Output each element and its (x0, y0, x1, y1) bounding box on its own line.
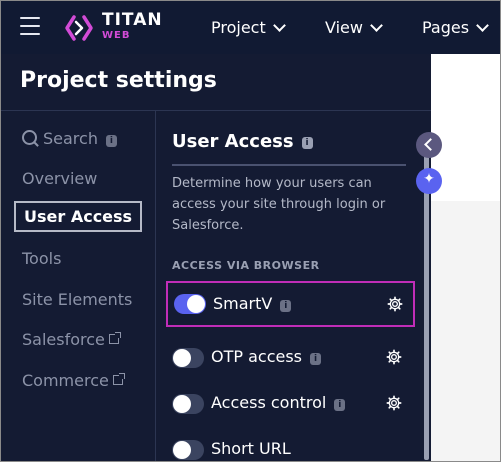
nav-item-overview[interactable]: Overview (22, 169, 97, 188)
access-via-browser-heading: ACCESS VIA BROWSER (172, 259, 320, 272)
row-label: SmartV i (213, 294, 292, 313)
info-icon: i (301, 137, 313, 149)
row-label: OTP access i (211, 347, 322, 366)
brand: TITAN WEB (102, 11, 163, 42)
chevron-down-icon (272, 19, 286, 32)
section-divider (172, 164, 406, 166)
titan-logo-icon (65, 15, 93, 41)
info-icon: i (105, 135, 117, 147)
nav-item-site-elements[interactable]: Site Elements (22, 290, 132, 309)
smartv-label: SmartV (213, 294, 273, 313)
panel-scrollbar[interactable] (424, 149, 429, 460)
nav-item-commerce-label: Commerce (22, 371, 109, 390)
external-link-icon (112, 373, 125, 385)
chevron-down-icon (370, 19, 383, 32)
short-url-toggle[interactable] (172, 440, 204, 460)
nav-item-salesforce[interactable]: Salesforce (22, 330, 121, 349)
section-description: Determine how your users can access your… (172, 176, 386, 233)
info-icon: i (280, 300, 292, 312)
search-label: Search (43, 129, 98, 148)
user-access-content: User Access i Determine how your users ca… (156, 111, 431, 461)
collapse-panel-button[interactable] (416, 132, 442, 158)
nav-item-user-access[interactable]: User Access (14, 201, 143, 232)
project-settings-panel: Project settings Search i Overview User A… (1, 54, 431, 461)
nav-project-label: Project (211, 18, 266, 37)
search-icon (22, 130, 37, 145)
brand-name: TITAN (102, 10, 163, 30)
section-title: User Access i (172, 131, 313, 152)
external-link-icon (108, 332, 121, 344)
row-smartv: SmartV i (166, 281, 415, 327)
nav-pages-label: Pages (422, 18, 470, 37)
nav-item-salesforce-label: Salesforce (22, 330, 105, 349)
row-short-url: Short URL (166, 431, 416, 461)
ai-assist-button[interactable]: ✦ (416, 168, 442, 194)
gear-icon[interactable] (387, 296, 403, 312)
nav-item-commerce[interactable]: Commerce (22, 371, 125, 390)
nav-view-menu[interactable]: View (325, 18, 383, 37)
access-control-label: Access control (211, 393, 327, 412)
page-canvas-lower (431, 201, 500, 461)
hamburger-menu-icon[interactable] (20, 17, 40, 35)
nav-item-tools[interactable]: Tools (22, 249, 61, 268)
settings-search[interactable]: Search i (22, 129, 117, 148)
section-title-text: User Access (172, 131, 294, 152)
nav-pages-menu[interactable]: Pages (422, 18, 489, 37)
chevron-down-icon (476, 19, 489, 32)
info-icon: i (334, 399, 346, 411)
otp-access-toggle[interactable] (172, 348, 204, 368)
row-label: Access control i (211, 393, 346, 412)
nav-project-menu[interactable]: Project (211, 18, 286, 37)
gear-icon[interactable] (386, 349, 402, 365)
short-url-label: Short URL (211, 439, 291, 458)
sparkle-icon: ✦ (423, 171, 435, 187)
smartv-toggle[interactable] (174, 294, 206, 314)
gear-icon[interactable] (386, 395, 402, 411)
access-control-toggle[interactable] (172, 394, 204, 414)
row-access-control: Access control i (166, 385, 416, 423)
panel-title: Project settings (20, 68, 217, 93)
row-otp-access: OTP access i (166, 339, 416, 377)
brand-sub: WEB (102, 30, 131, 41)
nav-view-label: View (325, 18, 363, 37)
top-bar: TITAN WEB Project View Pages (1, 1, 500, 54)
app-window: TITAN WEB Project View Pages Project set… (0, 0, 501, 462)
info-icon: i (310, 353, 322, 365)
otp-access-label: OTP access (211, 347, 303, 366)
